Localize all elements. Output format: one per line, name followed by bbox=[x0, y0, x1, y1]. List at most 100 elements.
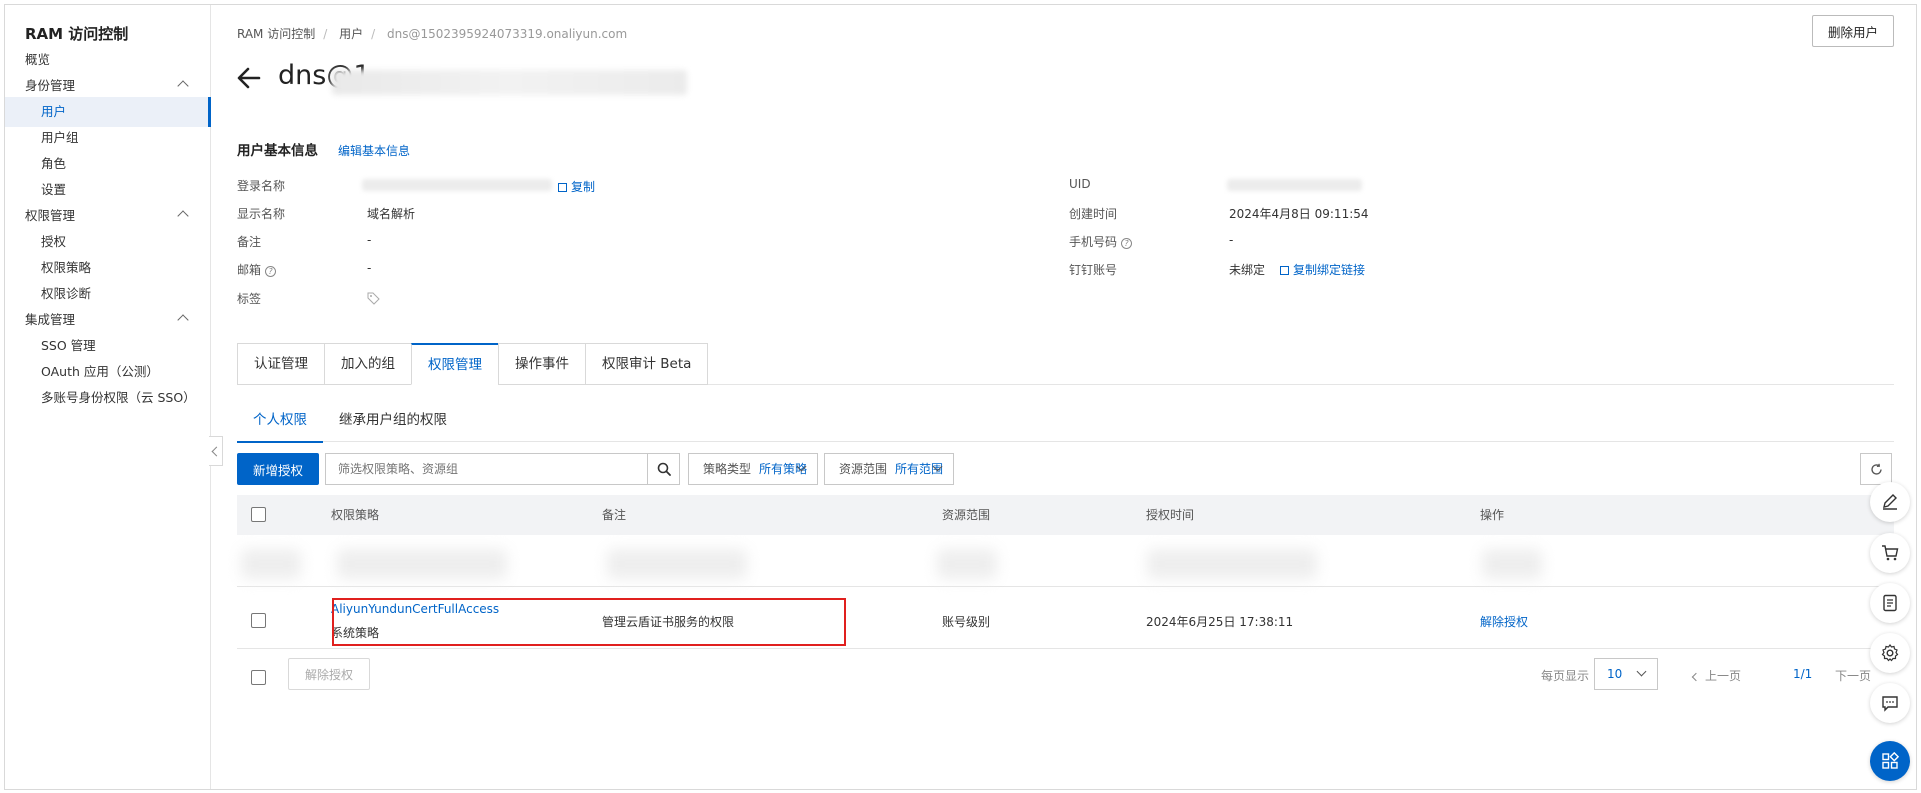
edit-float-button[interactable] bbox=[1870, 482, 1910, 522]
edit-basic-info-link[interactable]: 编辑基本信息 bbox=[338, 142, 410, 159]
policy-type-label: 策略类型 bbox=[703, 462, 752, 476]
display-name-value: 域名解析 bbox=[367, 207, 416, 221]
tags-label: 标签 bbox=[237, 292, 262, 306]
redacted-title bbox=[332, 70, 687, 95]
breadcrumb-item[interactable]: RAM 访问控制 bbox=[237, 27, 315, 41]
per-page-value: 10 bbox=[1607, 667, 1623, 681]
chat-icon bbox=[1882, 696, 1898, 712]
uid-label: UID bbox=[1069, 177, 1091, 191]
document-float-button[interactable] bbox=[1870, 583, 1910, 623]
revoke-link[interactable]: 解除授权 bbox=[1480, 613, 1528, 630]
created-label: 创建时间 bbox=[1069, 207, 1118, 221]
search-icon bbox=[657, 462, 671, 476]
sidebar-group-label: 集成管理 bbox=[25, 312, 76, 327]
footer-select-all-checkbox[interactable] bbox=[251, 670, 266, 685]
help-icon[interactable]: ? bbox=[265, 266, 277, 277]
tab-audit[interactable]: 权限审计 Beta bbox=[585, 343, 709, 385]
redacted-uid bbox=[1227, 179, 1362, 191]
column-header-policy: 权限策略 bbox=[331, 508, 380, 522]
copy-icon bbox=[558, 183, 567, 192]
grid-icon bbox=[1882, 752, 1899, 769]
feedback-float-button[interactable] bbox=[1870, 683, 1910, 723]
sidebar-item-cloud-sso[interactable]: 多账号身份权限（云 SSO） bbox=[5, 383, 211, 413]
help-icon[interactable]: ? bbox=[1121, 238, 1133, 249]
dingtalk-value: 未绑定 bbox=[1229, 263, 1266, 277]
login-name-label: 登录名称 bbox=[237, 179, 286, 193]
sidebar-group-label: 身份管理 bbox=[25, 78, 76, 93]
cart-float-button[interactable] bbox=[1870, 533, 1910, 573]
select-all-checkbox[interactable] bbox=[251, 507, 266, 522]
app-frame: RAM 访问控制 概览 身份管理 用户 用户组 角色 设置 权限管理 授权 权限… bbox=[4, 4, 1917, 790]
search-box bbox=[325, 453, 680, 485]
policy-scope: 账号级别 bbox=[942, 615, 991, 629]
tab-events[interactable]: 操作事件 bbox=[498, 343, 585, 385]
email-value: - bbox=[367, 261, 372, 275]
column-header-time: 授权时间 bbox=[1146, 508, 1195, 522]
subtabs-divider bbox=[237, 441, 1894, 442]
copy-bind-link-button[interactable]: 复制绑定链接 bbox=[1280, 261, 1365, 278]
refresh-button[interactable] bbox=[1860, 453, 1892, 485]
delete-user-button[interactable]: 删除用户 bbox=[1811, 15, 1894, 47]
subtab-personal[interactable]: 个人权限 bbox=[237, 405, 323, 443]
phone-label: 手机号码? bbox=[1069, 233, 1133, 250]
chevron-up-icon bbox=[177, 80, 189, 92]
dingtalk-label: 钉钉账号 bbox=[1069, 263, 1118, 277]
sidebar-title: RAM 访问控制 bbox=[25, 25, 129, 43]
back-arrow-icon[interactable] bbox=[236, 65, 262, 91]
sidebar: RAM 访问控制 概览 身份管理 用户 用户组 角色 设置 权限管理 授权 权限… bbox=[5, 5, 211, 789]
column-header-note: 备注 bbox=[602, 508, 627, 522]
display-name-label: 显示名称 bbox=[237, 207, 286, 221]
email-label: 邮箱? bbox=[237, 261, 277, 278]
document-icon bbox=[1883, 594, 1897, 612]
scope-label: 资源范围 bbox=[839, 462, 888, 476]
tab-authentication[interactable]: 认证管理 bbox=[237, 343, 324, 385]
breadcrumb-current: dns@1502395924073319.onaliyun.com bbox=[387, 27, 628, 41]
sidebar-group-label: 权限管理 bbox=[25, 208, 76, 223]
redacted-login-name bbox=[362, 179, 552, 191]
phone-value: - bbox=[1229, 233, 1234, 247]
refresh-icon bbox=[1871, 463, 1882, 475]
copy-login-name-button[interactable]: 复制 bbox=[558, 178, 595, 195]
section-title: 用户基本信息 bbox=[237, 143, 318, 159]
subtab-inherited[interactable]: 继承用户组的权限 bbox=[323, 405, 463, 443]
row-checkbox[interactable] bbox=[251, 613, 266, 628]
page-indicator: 1/1 bbox=[1793, 667, 1813, 681]
search-button[interactable] bbox=[647, 454, 679, 484]
settings-float-button[interactable] bbox=[1870, 633, 1910, 673]
chevron-left-icon bbox=[1691, 672, 1701, 682]
cart-icon bbox=[1882, 545, 1899, 561]
chevron-up-icon bbox=[177, 210, 189, 222]
permission-subtabs: 个人权限 继承用户组的权限 bbox=[237, 405, 463, 443]
add-grant-button[interactable]: 新增授权 bbox=[237, 453, 320, 485]
tag-icon[interactable] bbox=[367, 292, 380, 305]
created-value: 2024年4月8日 09:11:54 bbox=[1229, 207, 1369, 221]
next-page-button[interactable]: 下一页 bbox=[1835, 667, 1871, 684]
tab-groups[interactable]: 加入的组 bbox=[324, 343, 411, 385]
note-label: 备注 bbox=[237, 235, 262, 249]
gear-icon bbox=[1881, 644, 1899, 662]
chevron-down-icon bbox=[1636, 666, 1647, 677]
main-content: RAM 访问控制 / 用户 / dns@1502395924073319.onali… bbox=[212, 5, 1916, 789]
column-header-scope: 资源范围 bbox=[942, 508, 991, 522]
search-input[interactable] bbox=[326, 454, 651, 484]
per-page-select[interactable]: 10 bbox=[1594, 658, 1658, 690]
note-value: - bbox=[367, 233, 372, 247]
highlight-box bbox=[332, 598, 846, 646]
batch-revoke-button[interactable]: 解除授权 bbox=[288, 658, 371, 690]
scope-select[interactable]: 资源范围 所有范围 bbox=[824, 453, 954, 485]
column-header-action: 操作 bbox=[1480, 508, 1505, 522]
breadcrumb-item[interactable]: 用户 bbox=[339, 27, 363, 41]
table-header: 权限策略 备注 资源范围 授权时间 操作 bbox=[237, 495, 1894, 535]
prev-page-button[interactable]: 上一页 bbox=[1691, 667, 1741, 684]
breadcrumb: RAM 访问控制 / 用户 / dns@1502395924073319.onali… bbox=[237, 27, 628, 41]
pencil-icon bbox=[1883, 494, 1897, 510]
per-page-label: 每页显示 bbox=[1541, 669, 1590, 683]
apps-float-button[interactable] bbox=[1870, 741, 1910, 781]
grant-time: 2024年6月25日 17:38:11 bbox=[1146, 615, 1294, 629]
table-row-redacted bbox=[237, 539, 1894, 587]
chevron-up-icon bbox=[177, 314, 189, 326]
copy-icon bbox=[1280, 266, 1289, 275]
policy-type-select[interactable]: 策略类型 所有策略 bbox=[688, 453, 818, 485]
tab-permissions[interactable]: 权限管理 bbox=[411, 343, 498, 385]
detail-tabs: 认证管理 加入的组 权限管理 操作事件 权限审计 Beta bbox=[237, 343, 709, 385]
